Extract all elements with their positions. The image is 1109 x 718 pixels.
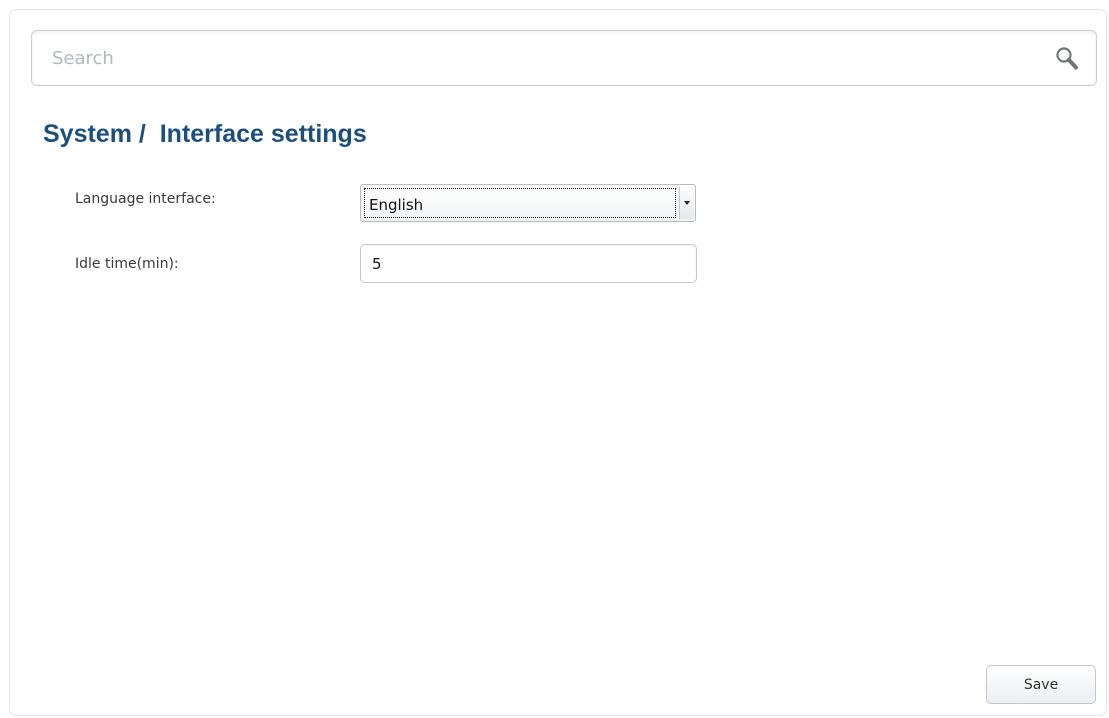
language-select[interactable]: English (360, 184, 696, 222)
page-title: System / Interface settings (43, 120, 367, 148)
chevron-down-icon[interactable] (679, 187, 694, 219)
search-input[interactable] (52, 41, 1032, 75)
idle-time-label: Idle time(min): (75, 256, 179, 272)
search-bar[interactable] (31, 30, 1097, 86)
language-interface-label: Language interface: (75, 191, 216, 207)
settings-panel (9, 9, 1107, 716)
search-icon[interactable] (1054, 45, 1082, 73)
language-select-value: English (369, 196, 424, 214)
idle-time-input[interactable] (360, 244, 697, 283)
save-button[interactable]: Save (986, 665, 1096, 704)
